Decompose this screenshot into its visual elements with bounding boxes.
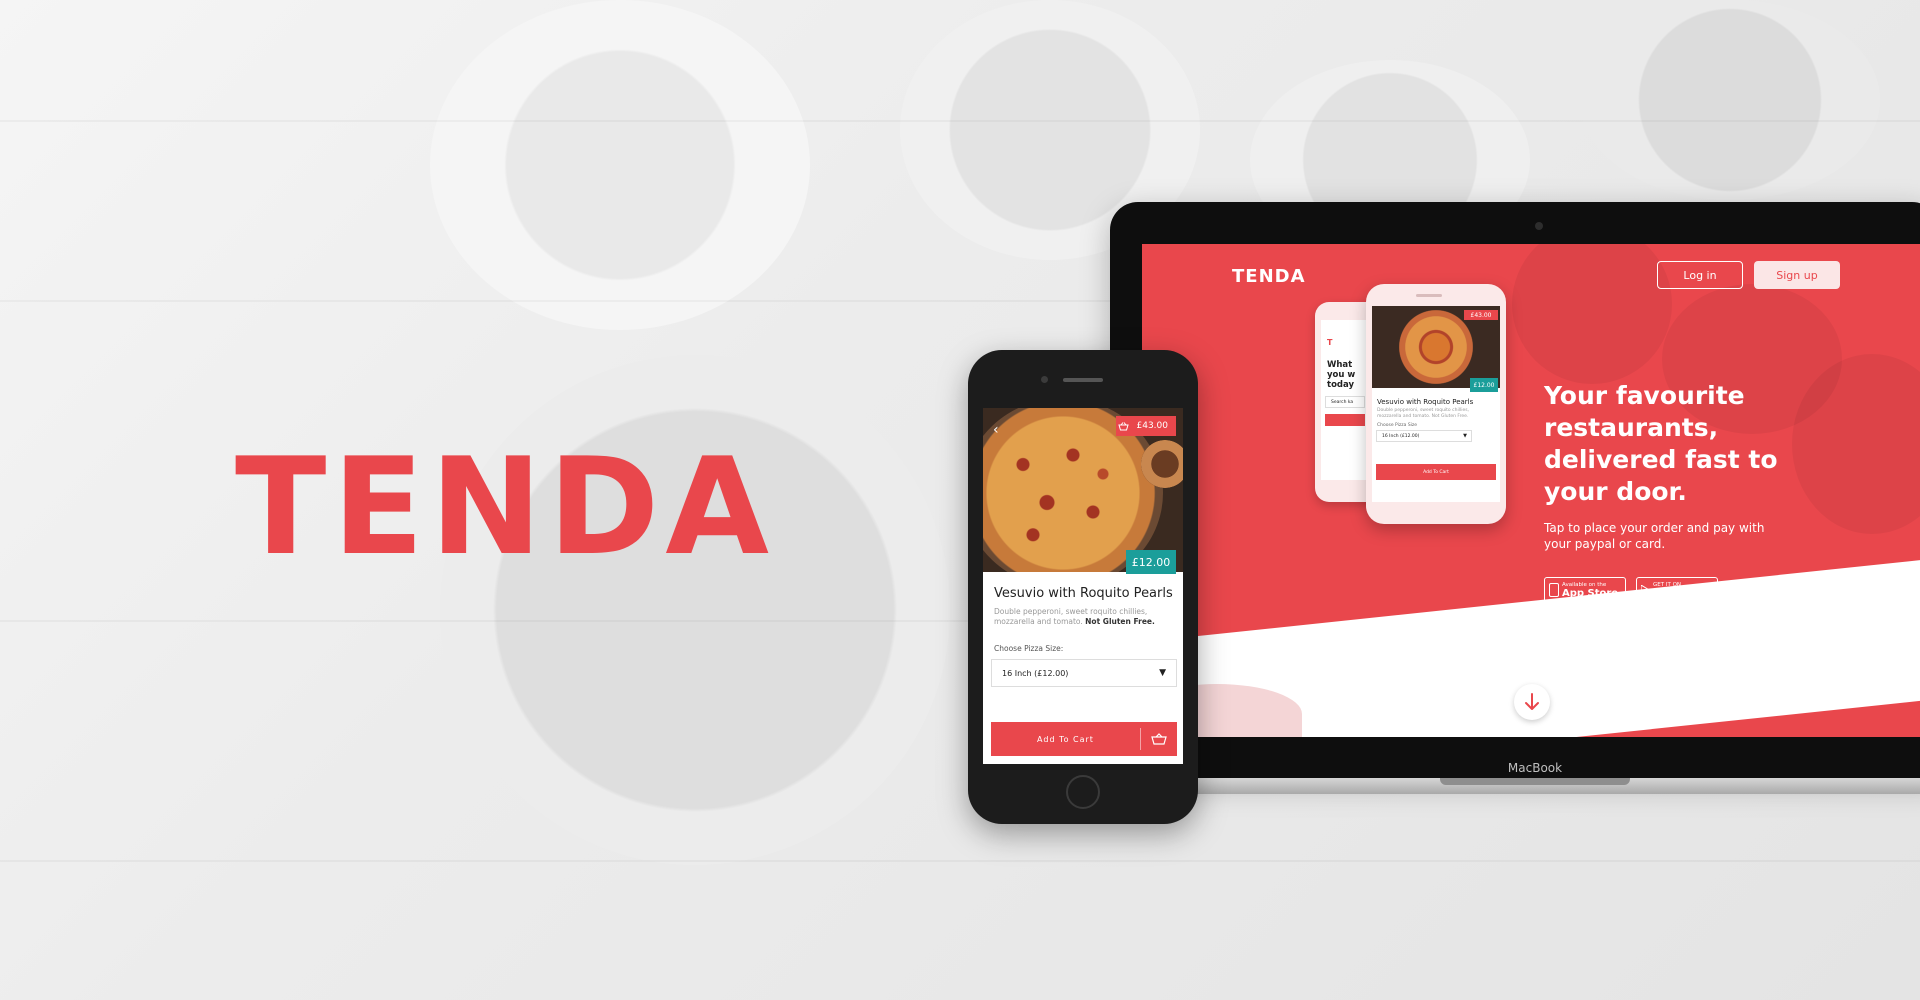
screen-decor xyxy=(1512,244,1672,384)
mini-item-price: £12.00 xyxy=(1470,378,1498,392)
mini-choose-label: Choose Pizza Size xyxy=(1377,423,1418,428)
add-to-cart-label: Add To Cart xyxy=(1037,734,1094,744)
gluten-note: Not Gluten Free. xyxy=(1085,617,1155,626)
product-title: Vesuvio with Roquito Pearls xyxy=(994,586,1173,601)
mini-speaker xyxy=(1416,294,1442,297)
mini-logo-fragment: T xyxy=(1327,338,1333,347)
caret-down-icon: ▼ xyxy=(1159,668,1166,678)
app-screen: ‹ £43.00 £12.00 Vesuvio with Roquito Pea… xyxy=(983,408,1183,764)
pizza-size-select[interactable]: 16 Inch (£12.00) ▼ xyxy=(991,659,1177,687)
app-store-big-text: App Store xyxy=(1562,587,1619,599)
google-play-badge[interactable]: GET IT ON Google play xyxy=(1636,577,1718,603)
laptop-camera xyxy=(1535,222,1543,230)
sauce-bowl xyxy=(1141,440,1183,488)
basket-icon xyxy=(1117,421,1129,430)
phone-home-button xyxy=(1066,775,1100,809)
phone-camera xyxy=(1041,376,1048,383)
mini-size-select: 16 Inch (£12.00) ▼ xyxy=(1376,430,1472,442)
hero-headline: Your favourite restaurants, delivered fa… xyxy=(1544,381,1778,506)
hero-subtitle: Tap to place your order and pay with you… xyxy=(1544,521,1765,551)
google-big-text: Google play xyxy=(1653,587,1713,599)
back-chevron-icon[interactable]: ‹ xyxy=(993,422,999,438)
mini-cart-total: £43.00 xyxy=(1464,310,1498,320)
cart-icon xyxy=(1141,733,1177,745)
mini-back-button xyxy=(1325,414,1365,426)
mini-search-input: Search ka xyxy=(1325,396,1365,408)
mini-add-to-cart: Add To Cart xyxy=(1376,464,1496,480)
background-plate xyxy=(1580,0,1880,200)
play-icon xyxy=(1641,584,1650,596)
choose-size-label: Choose Pizza Size: xyxy=(994,644,1064,653)
website-screen: TENDA Log in Sign up T What you w today … xyxy=(1142,244,1920,737)
add-to-cart-button[interactable]: Add To Cart xyxy=(991,722,1177,756)
mini-product-desc: Double pepperoni, sweet roquito chillies… xyxy=(1377,408,1469,419)
background-plate xyxy=(430,0,810,330)
phone-speaker xyxy=(1063,378,1103,382)
mini-size-value: 16 Inch (£12.00) xyxy=(1382,433,1420,439)
arrow-down-icon xyxy=(1525,693,1539,710)
brand-logo: TENDA xyxy=(235,429,776,585)
app-store-badge[interactable]: Available on the App Store xyxy=(1544,577,1626,603)
product-description: Double pepperoni, sweet roquito chillies… xyxy=(994,607,1174,627)
website-logo[interactable]: TENDA xyxy=(1232,266,1306,287)
mini-caret-icon: ▼ xyxy=(1463,433,1467,439)
mini-back-heading: What you w today xyxy=(1327,360,1356,390)
mini-product-title: Vesuvio with Roquito Pearls xyxy=(1377,398,1474,406)
cart-total: £43.00 xyxy=(1136,421,1169,431)
login-button[interactable]: Log in xyxy=(1657,261,1743,289)
scroll-down-button[interactable] xyxy=(1514,684,1550,720)
apple-icon xyxy=(1549,583,1559,597)
device-label: MacBook xyxy=(1507,761,1563,775)
signup-button[interactable]: Sign up xyxy=(1754,261,1840,289)
mini-phone-front: £43.00 £12.00 Vesuvio with Roquito Pearl… xyxy=(1366,284,1506,524)
cart-total-badge[interactable]: £43.00 xyxy=(1116,416,1176,436)
pizza-image: ‹ £43.00 xyxy=(983,408,1183,572)
laptop-notch xyxy=(1440,778,1630,785)
size-select-value: 16 Inch (£12.00) xyxy=(1002,668,1069,678)
item-price-badge: £12.00 xyxy=(1126,550,1176,574)
